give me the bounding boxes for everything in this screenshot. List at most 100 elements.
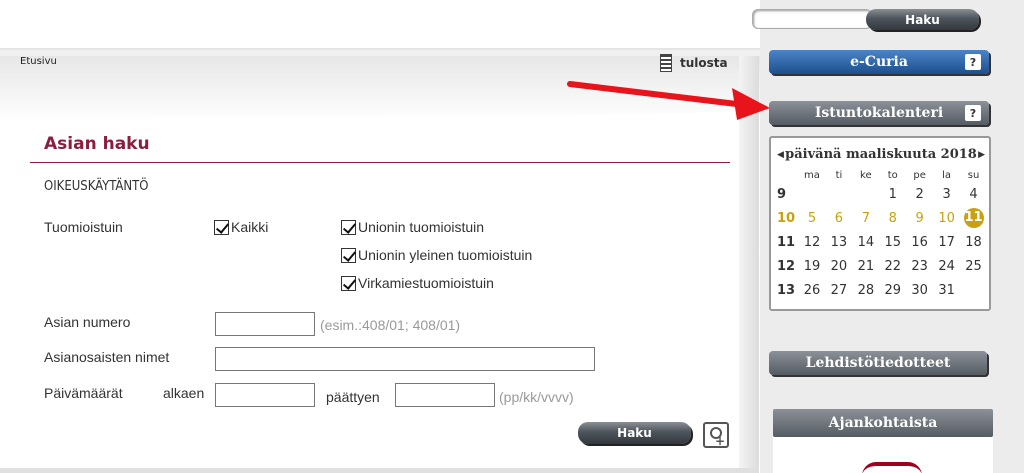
case-number-label: Asian numero <box>44 314 131 330</box>
court-label: Tuomioistuin <box>44 219 123 235</box>
calendar-day[interactable]: 4 <box>960 187 987 202</box>
checkbox-all-label: Kaikki <box>231 219 269 235</box>
calendar-day[interactable]: 31 <box>933 283 960 298</box>
checkbox-civil-service-tribunal[interactable] <box>341 275 356 291</box>
advanced-search-icon[interactable] <box>703 422 729 448</box>
calendar-day[interactable]: 14 <box>852 235 879 250</box>
ecuria-button[interactable]: e-Curia ? <box>769 50 989 74</box>
calendar-day[interactable]: 28 <box>852 283 879 298</box>
calendar-day[interactable]: 1 <box>879 187 906 202</box>
calendar-day[interactable]: 13 <box>825 235 852 250</box>
calendar-day[interactable]: 26 <box>799 283 826 298</box>
calendar-day[interactable]: 29 <box>879 283 906 298</box>
print-label: tulosta <box>680 56 728 70</box>
calendar-day[interactable]: 7 <box>852 211 879 226</box>
week-number[interactable]: 13 <box>777 283 799 298</box>
calendar-day[interactable]: 19 <box>799 259 826 274</box>
case-number-input[interactable] <box>215 312 315 336</box>
date-from-input[interactable] <box>215 383 315 407</box>
calendar-day[interactable]: 16 <box>906 235 933 250</box>
calendar-week-row: 11 12 13 14 15 16 17 18 <box>777 230 987 254</box>
checkbox-court-of-justice-label: Unionin tuomioistuin <box>358 219 485 235</box>
calendar-header: ◀ päivänä maaliskuuta 2018 ▶ <box>777 147 985 162</box>
date-to-input[interactable] <box>395 383 495 407</box>
checkbox-civil-service-tribunal-label: Virkamiestuomioistuin <box>358 275 494 291</box>
week-number[interactable]: 10 <box>777 211 799 226</box>
annotation-arrow <box>567 81 770 120</box>
press-releases-label: Lehdistötiedotteet <box>805 355 951 371</box>
session-calendar: ◀ päivänä maaliskuuta 2018 ▶ ma ti ke to pe l… <box>769 136 991 311</box>
calendar-day[interactable]: 24 <box>933 259 960 274</box>
weekday-label: ti <box>835 169 843 181</box>
print-icon <box>660 54 672 72</box>
search-button[interactable]: Haku <box>578 422 691 444</box>
date-to-label: päättyen <box>326 389 380 405</box>
calendar-day[interactable]: 17 <box>933 235 960 250</box>
calendar-grid: ma ti ke to pe la su 9 1 2 3 4 10 5 6 7 8 9 10 11 11 12 13 14 15… <box>777 168 987 302</box>
calendar-week-row: 10 5 6 7 8 9 10 11 <box>777 206 987 230</box>
weekday-row: ma ti ke to pe la su <box>777 168 987 182</box>
calendar-day[interactable]: 12 <box>799 235 826 250</box>
case-number-hint: (esim.:408/01; 408/01) <box>320 317 461 333</box>
page-title: Asian haku <box>44 134 150 154</box>
court-option-court-of-justice[interactable]: Unionin tuomioistuin <box>341 219 484 235</box>
site-search-input[interactable] <box>752 9 872 29</box>
site-search-button[interactable]: Haku <box>866 9 979 30</box>
calendar-day[interactable]: 20 <box>825 259 852 274</box>
calendar-day[interactable]: 11 <box>960 208 987 228</box>
court-option-general-court[interactable]: Unionin yleinen tuomioistuin <box>341 247 532 263</box>
calendar-day[interactable]: 23 <box>906 259 933 274</box>
main-content <box>0 0 760 473</box>
weekday-label: su <box>967 169 980 181</box>
calendar-day[interactable]: 30 <box>906 283 933 298</box>
title-divider <box>30 162 730 163</box>
current-affairs-logo <box>862 462 922 473</box>
week-number[interactable]: 11 <box>777 235 799 250</box>
calendar-day[interactable]: 8 <box>879 211 906 226</box>
parties-input[interactable] <box>215 347 595 371</box>
calendar-day[interactable]: 27 <box>825 283 852 298</box>
calendar-day[interactable]: 10 <box>933 211 960 226</box>
current-affairs-label: Ajankohtaista <box>828 415 938 431</box>
calendar-day[interactable]: 18 <box>960 235 987 250</box>
week-number[interactable]: 9 <box>777 187 799 202</box>
press-releases-button[interactable]: Lehdistötiedotteet <box>769 351 987 375</box>
calendar-day[interactable]: 6 <box>825 211 852 226</box>
court-option-civil-service-tribunal[interactable]: Virkamiestuomioistuin <box>341 275 494 291</box>
court-option-all[interactable]: Kaikki <box>214 219 268 235</box>
calendar-day[interactable]: 25 <box>960 259 987 274</box>
calendar-button-label: Istuntokalenteri <box>814 105 944 121</box>
calendar-week-row: 12 19 20 21 22 23 24 25 <box>777 254 987 278</box>
parties-label: Asianosaisten nimet <box>44 349 170 365</box>
calendar-day[interactable]: 2 <box>906 187 933 202</box>
checkbox-general-court-label: Unionin yleinen tuomioistuin <box>358 247 533 263</box>
calendar-day[interactable]: 9 <box>906 211 933 226</box>
calendar-day[interactable]: 5 <box>799 211 826 226</box>
dates-label: Päivämäärät <box>44 385 123 401</box>
weekday-label: la <box>942 169 952 181</box>
current-affairs-button[interactable]: Ajankohtaista <box>773 409 993 437</box>
ecuria-help-icon[interactable]: ? <box>965 54 981 70</box>
checkbox-all[interactable] <box>214 219 229 235</box>
calendar-day[interactable]: 15 <box>879 235 906 250</box>
breadcrumb-home[interactable]: Etusivu <box>20 56 57 67</box>
calendar-button[interactable]: Istuntokalenteri ? <box>769 101 989 125</box>
next-month-icon[interactable]: ▶ <box>978 150 985 160</box>
calendar-heading: päivänä maaliskuuta 2018 <box>785 147 977 162</box>
weekday-label: ke <box>860 169 872 181</box>
checkbox-general-court[interactable] <box>341 247 356 263</box>
week-number[interactable]: 12 <box>777 259 799 274</box>
checkbox-court-of-justice[interactable] <box>341 219 356 235</box>
date-format-hint: (pp/kk/vvvv) <box>499 389 574 405</box>
weekday-label: to <box>887 169 898 181</box>
prev-month-icon[interactable]: ◀ <box>777 150 784 160</box>
calendar-day[interactable]: 21 <box>852 259 879 274</box>
weekday-label: ma <box>804 169 820 181</box>
calendar-day[interactable]: 22 <box>879 259 906 274</box>
calendar-help-icon[interactable]: ? <box>965 105 981 121</box>
calendar-week-row: 9 1234 <box>777 182 987 206</box>
content-shadow <box>0 468 755 473</box>
print-link[interactable]: tulosta <box>660 54 728 72</box>
today-marker[interactable]: 11 <box>963 208 984 228</box>
calendar-day[interactable]: 3 <box>933 187 960 202</box>
